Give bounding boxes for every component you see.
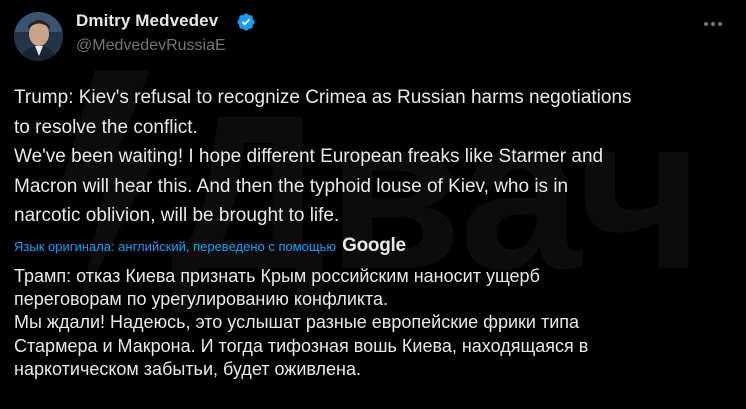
- avatar[interactable]: [14, 12, 63, 61]
- tweet-text-original: Trump: Kiev's refusal to recognize Crime…: [14, 87, 632, 227]
- verified-badge-icon: [237, 13, 255, 31]
- author-display-name[interactable]: Dmitry Medvedev: [76, 11, 218, 31]
- translation-note[interactable]: Язык оригинала: английский, переведено с…: [14, 235, 406, 257]
- google-logo: Google: [342, 235, 406, 256]
- tweet-card: Двач Dmitry Medvedev @MedvedevRussiaE Tr…: [0, 0, 746, 409]
- tweet-text-translated: Трамп: отказ Киева признать Крым российс…: [14, 266, 589, 379]
- translation-note-text[interactable]: Язык оригинала: английский, переведено с…: [14, 239, 336, 254]
- author-handle[interactable]: @MedvedevRussiaE: [76, 37, 226, 55]
- more-options-icon[interactable]: [700, 14, 726, 34]
